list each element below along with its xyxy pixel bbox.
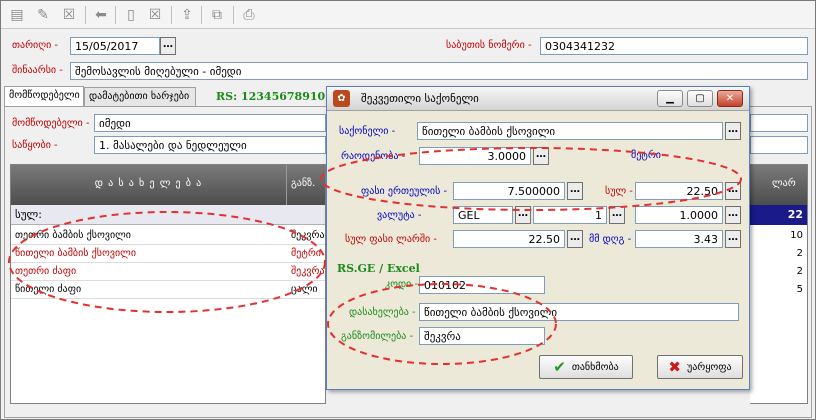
highlight-overlay-dialog [320,147,742,365]
dialog-highlight-ellipse-bottom [327,283,557,365]
dialog-highlight-ellipse-top [320,147,742,211]
